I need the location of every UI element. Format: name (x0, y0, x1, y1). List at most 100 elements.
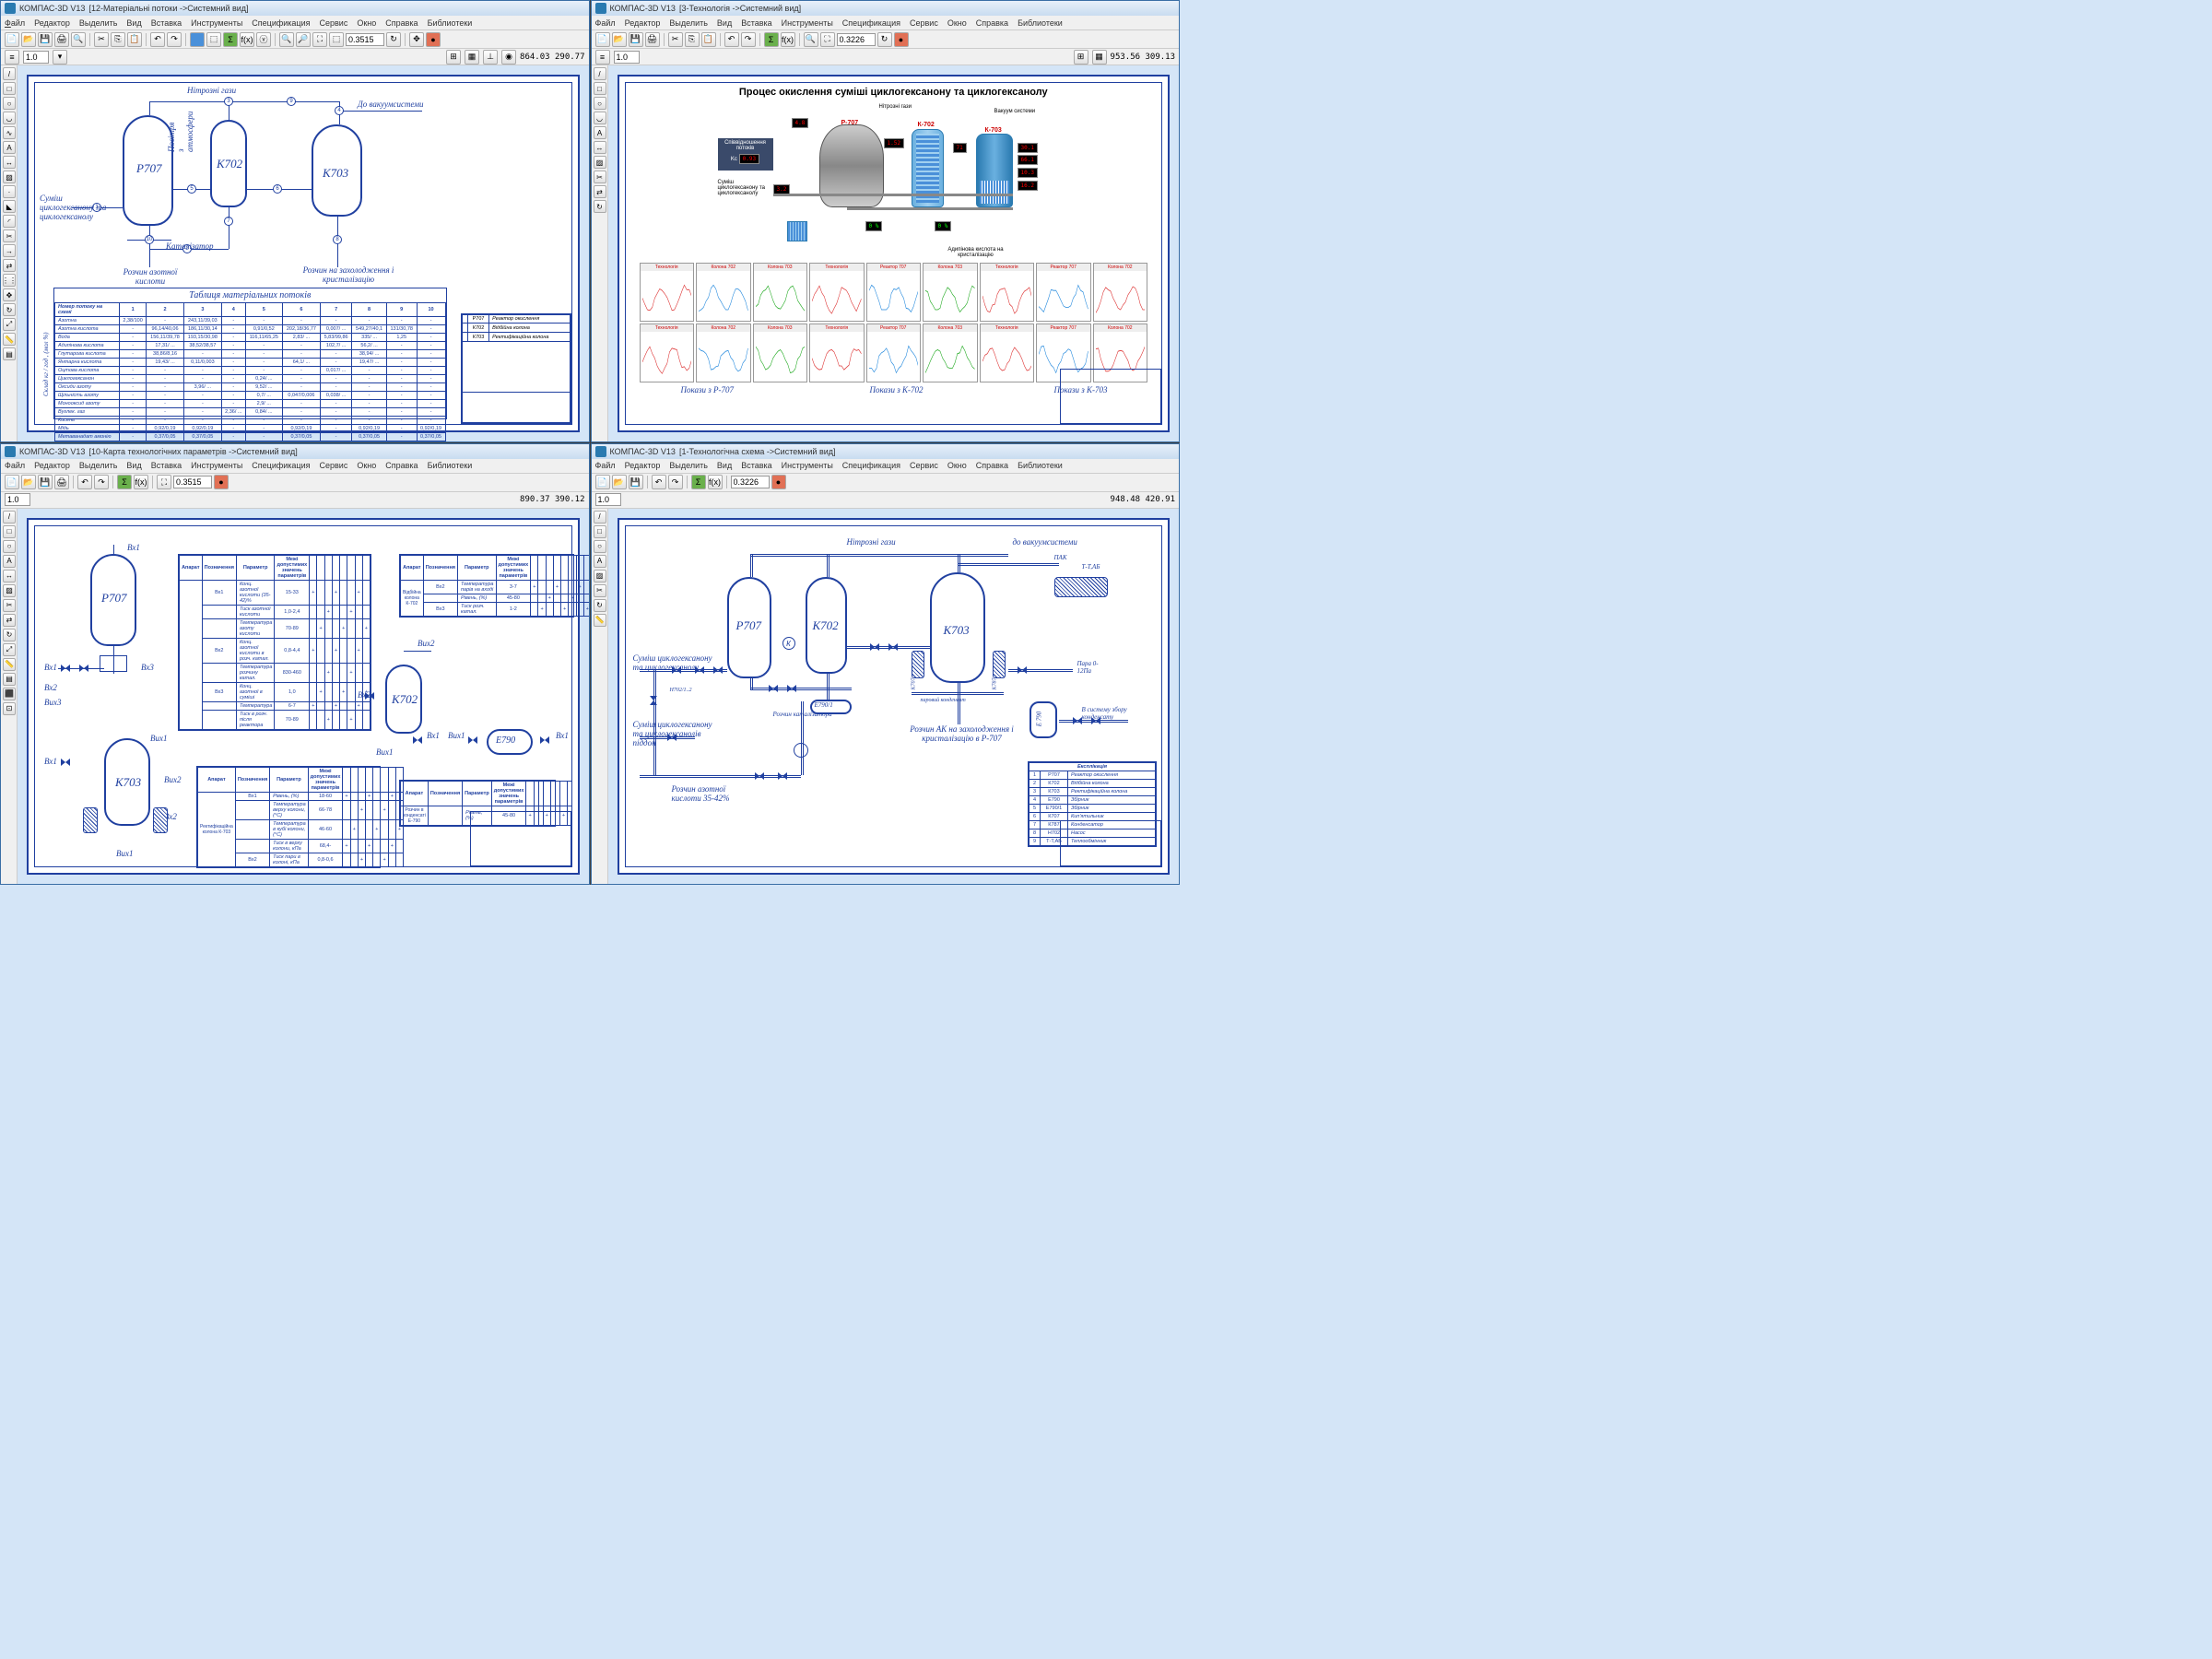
hatch-icon[interactable]: ▨ (3, 171, 16, 183)
dim-icon[interactable]: ↔ (594, 141, 606, 154)
menu-editor[interactable]: Редактор (34, 461, 70, 470)
stop-icon[interactable]: ● (771, 475, 786, 489)
fx-icon[interactable]: f(x) (781, 32, 795, 47)
line-icon[interactable]: / (594, 67, 606, 80)
scale-icon[interactable]: ⤢ (3, 318, 16, 331)
menu-view[interactable]: Вид (717, 18, 732, 28)
text-icon[interactable]: A (594, 555, 606, 568)
menu-spec[interactable]: Спецификация (252, 18, 310, 28)
redo-icon[interactable]: ↷ (668, 475, 683, 489)
spline-icon[interactable]: ∿ (3, 126, 16, 139)
fx-icon[interactable]: f(x) (240, 32, 254, 47)
open-icon[interactable]: 📂 (21, 475, 36, 489)
measure-icon[interactable]: 📏 (3, 658, 16, 671)
canvas[interactable]: Р707 К702 К703 Т-Т,АБ ПАК К707 К787 (608, 509, 1180, 885)
line-icon[interactable]: / (3, 67, 16, 80)
sigma-icon[interactable]: Σ (117, 475, 132, 489)
menu-service[interactable]: Сервис (320, 461, 348, 470)
menu-window[interactable]: Окно (357, 461, 376, 470)
fx-icon[interactable]: f(x) (134, 475, 148, 489)
stop-icon[interactable]: ● (894, 32, 909, 47)
circle-icon[interactable]: ○ (594, 97, 606, 110)
menu-select[interactable]: Выделить (79, 18, 118, 28)
menu-help[interactable]: Справка (976, 18, 1008, 28)
snap-icon[interactable]: ⊞ (446, 50, 461, 65)
save-icon[interactable]: 💾 (38, 32, 53, 47)
menu-select[interactable]: Выделить (669, 18, 708, 28)
save-icon[interactable]: 💾 (629, 475, 643, 489)
menu-file[interactable]: Файл (595, 461, 616, 470)
circle-icon[interactable]: ○ (3, 97, 16, 110)
menu-service[interactable]: Сервис (320, 18, 348, 28)
snap-icon[interactable]: ⊞ (1074, 50, 1088, 65)
menu-insert[interactable]: Вставка (151, 18, 182, 28)
paste-icon[interactable]: 📋 (127, 32, 142, 47)
layer-icon[interactable]: ≡ (5, 50, 19, 65)
preview-icon[interactable]: 🔍 (71, 32, 86, 47)
new-icon[interactable]: 📄 (5, 475, 19, 489)
rect-icon[interactable]: □ (594, 82, 606, 95)
redo-icon[interactable]: ↷ (94, 475, 109, 489)
canvas[interactable]: Р707 Вх1 Вх1 Вх2 Вих3 Вх3 К702 Вих2 (18, 509, 589, 885)
text-icon[interactable]: A (594, 126, 606, 139)
print-icon[interactable]: 🖨 (54, 475, 69, 489)
undo-icon[interactable]: ↶ (77, 475, 92, 489)
menu-help[interactable]: Справка (976, 461, 1008, 470)
copy-icon[interactable]: ⎘ (111, 32, 125, 47)
var-icon[interactable]: ⓥ (256, 32, 271, 47)
zoom-out-icon[interactable]: 🔎 (296, 32, 311, 47)
trim-icon[interactable]: ✂ (3, 599, 16, 612)
menu-spec[interactable]: Спецификация (252, 461, 310, 470)
new-icon[interactable]: 📄 (595, 475, 610, 489)
sigma-icon[interactable]: Σ (223, 32, 238, 47)
scale-field[interactable] (5, 493, 30, 506)
menu-insert[interactable]: Вставка (741, 461, 771, 470)
hatch-icon[interactable]: ▨ (594, 570, 606, 582)
circle-icon[interactable]: ○ (594, 540, 606, 553)
scale-icon[interactable]: ⤢ (3, 643, 16, 656)
mirror-icon[interactable]: ⇄ (3, 614, 16, 627)
redo-icon[interactable]: ↷ (741, 32, 756, 47)
dim-icon[interactable]: ↔ (3, 156, 16, 169)
tool-b-icon[interactable]: ⬚ (206, 32, 221, 47)
canvas[interactable]: Р707 К702 К703 3 9 4 (18, 65, 589, 441)
cut-icon[interactable]: ✂ (668, 32, 683, 47)
trim-icon[interactable]: ✂ (594, 584, 606, 597)
rotate-icon[interactable]: ↻ (594, 200, 606, 213)
hatch-icon[interactable]: ▨ (3, 584, 16, 597)
menu-tools[interactable]: Инструменты (782, 18, 833, 28)
refresh-icon[interactable]: ↻ (877, 32, 892, 47)
extend-icon[interactable]: → (3, 244, 16, 257)
menu-editor[interactable]: Редактор (34, 18, 70, 28)
new-icon[interactable]: 📄 (5, 32, 19, 47)
tool-a-icon[interactable] (190, 32, 205, 47)
titlebar[interactable]: КОМПАС-3D V13 [3-Технологія ->Системний … (592, 1, 1180, 16)
rect-icon[interactable]: □ (3, 525, 16, 538)
menu-view[interactable]: Вид (126, 461, 141, 470)
array-icon[interactable]: ⋮⋮ (3, 274, 16, 287)
menu-view[interactable]: Вид (717, 461, 732, 470)
text-icon[interactable]: A (3, 141, 16, 154)
trim-icon[interactable]: ✂ (594, 171, 606, 183)
zoom-fit-icon[interactable]: ⛶ (157, 475, 171, 489)
menu-lib[interactable]: Библиотеки (428, 18, 473, 28)
rotate-icon[interactable]: ↻ (594, 599, 606, 612)
chamfer-icon[interactable]: ◣ (3, 200, 16, 213)
redo-icon[interactable]: ↷ (167, 32, 182, 47)
sigma-icon[interactable]: Σ (691, 475, 706, 489)
open-icon[interactable]: 📂 (612, 32, 627, 47)
menu-file[interactable]: ФФайлайл (5, 18, 25, 28)
menu-window[interactable]: Окно (357, 18, 376, 28)
zoom-field[interactable] (731, 476, 770, 488)
measure-icon[interactable]: 📏 (594, 614, 606, 627)
circle-icon[interactable]: ○ (3, 540, 16, 553)
menu-editor[interactable]: Редактор (625, 18, 661, 28)
arc-icon[interactable]: ◡ (3, 112, 16, 124)
scale-field[interactable] (23, 51, 49, 64)
block-icon[interactable]: ⬛ (3, 688, 16, 700)
menu-lib[interactable]: Библиотеки (1018, 461, 1063, 470)
titlebar[interactable]: КОМПАС-3D V13 [1-Технологічна схема ->Си… (592, 444, 1180, 459)
rect-icon[interactable]: □ (594, 525, 606, 538)
rotate-icon[interactable]: ↻ (3, 303, 16, 316)
scale-field[interactable] (595, 493, 621, 506)
